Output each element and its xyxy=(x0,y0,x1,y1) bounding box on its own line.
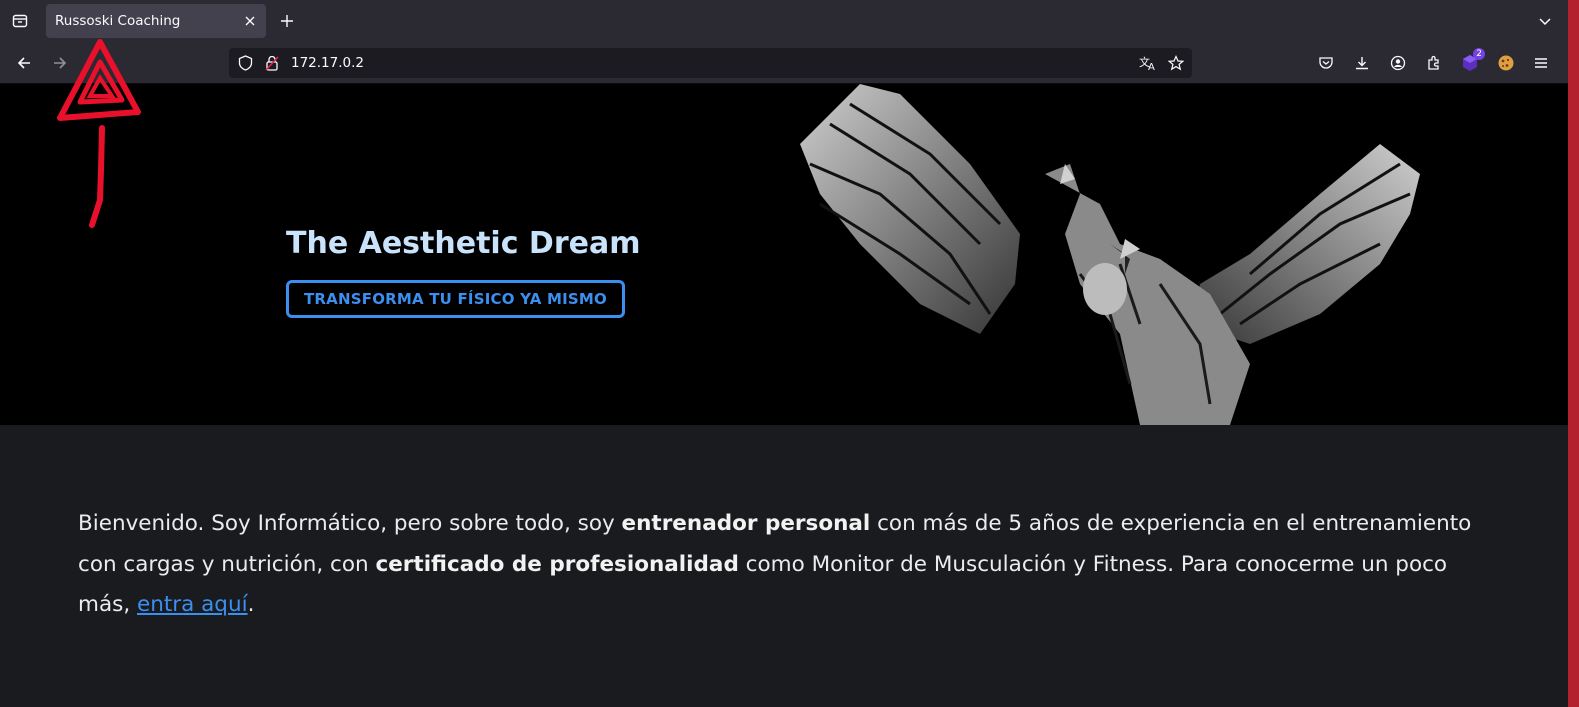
navigation-toolbar: 172.17.0.2 文A 2 xyxy=(0,42,1568,84)
download-icon[interactable] xyxy=(1352,53,1372,73)
translate-icon[interactable]: 文A xyxy=(1139,55,1157,71)
intro-bold-1: entrenador personal xyxy=(621,511,871,536)
plus-icon[interactable] xyxy=(278,12,296,30)
shield-icon[interactable] xyxy=(237,55,253,71)
window-edge xyxy=(1568,0,1579,707)
intro-text-1: Bienvenido. Soy Informático, pero sobre … xyxy=(78,511,622,536)
lock-icon[interactable] xyxy=(264,55,280,71)
tab-overview-icon[interactable] xyxy=(9,10,31,32)
intro-paragraph: Bienvenido. Soy Informático, pero sobre … xyxy=(78,504,1478,626)
svg-text:A: A xyxy=(1148,62,1155,71)
extensions-icon[interactable] xyxy=(1424,53,1444,73)
intro-text-4: . xyxy=(247,592,255,617)
page-content: The Aesthetic Dream TRANSFORMA TU FÍSICO… xyxy=(0,84,1568,707)
red-arrow-annotation xyxy=(57,39,141,228)
transform-cta-button[interactable]: TRANSFORMA TU FÍSICO YA MISMO xyxy=(286,280,625,318)
hero-section: The Aesthetic Dream TRANSFORMA TU FÍSICO… xyxy=(0,84,1568,425)
menu-icon[interactable] xyxy=(1531,53,1551,73)
intro-bold-2: certificado de profesionalidad xyxy=(375,551,739,577)
puzzle-icon[interactable]: 2 xyxy=(1460,48,1485,73)
tab-title: Russoski Coaching xyxy=(55,13,181,29)
winged-figure-image xyxy=(800,84,1420,425)
url-text: 172.17.0.2 xyxy=(291,55,364,71)
tab-bar: Russoski Coaching xyxy=(0,0,1568,42)
cookie-icon[interactable] xyxy=(1496,53,1516,73)
account-icon[interactable] xyxy=(1388,53,1408,73)
pocket-icon[interactable] xyxy=(1316,53,1336,73)
back-arrow-icon[interactable] xyxy=(13,52,35,74)
star-icon[interactable] xyxy=(1168,55,1184,71)
url-bar[interactable]: 172.17.0.2 文A xyxy=(229,48,1192,78)
about-me-link[interactable]: entra aquí xyxy=(137,592,248,617)
chevron-down-icon[interactable] xyxy=(1536,12,1554,30)
extensions-badge: 2 xyxy=(1473,48,1485,60)
hero-title: The Aesthetic Dream xyxy=(286,226,641,261)
browser-window: Russoski Coaching 172.17.0.2 文 A 2 The A… xyxy=(0,0,1568,707)
close-icon[interactable] xyxy=(242,13,258,29)
